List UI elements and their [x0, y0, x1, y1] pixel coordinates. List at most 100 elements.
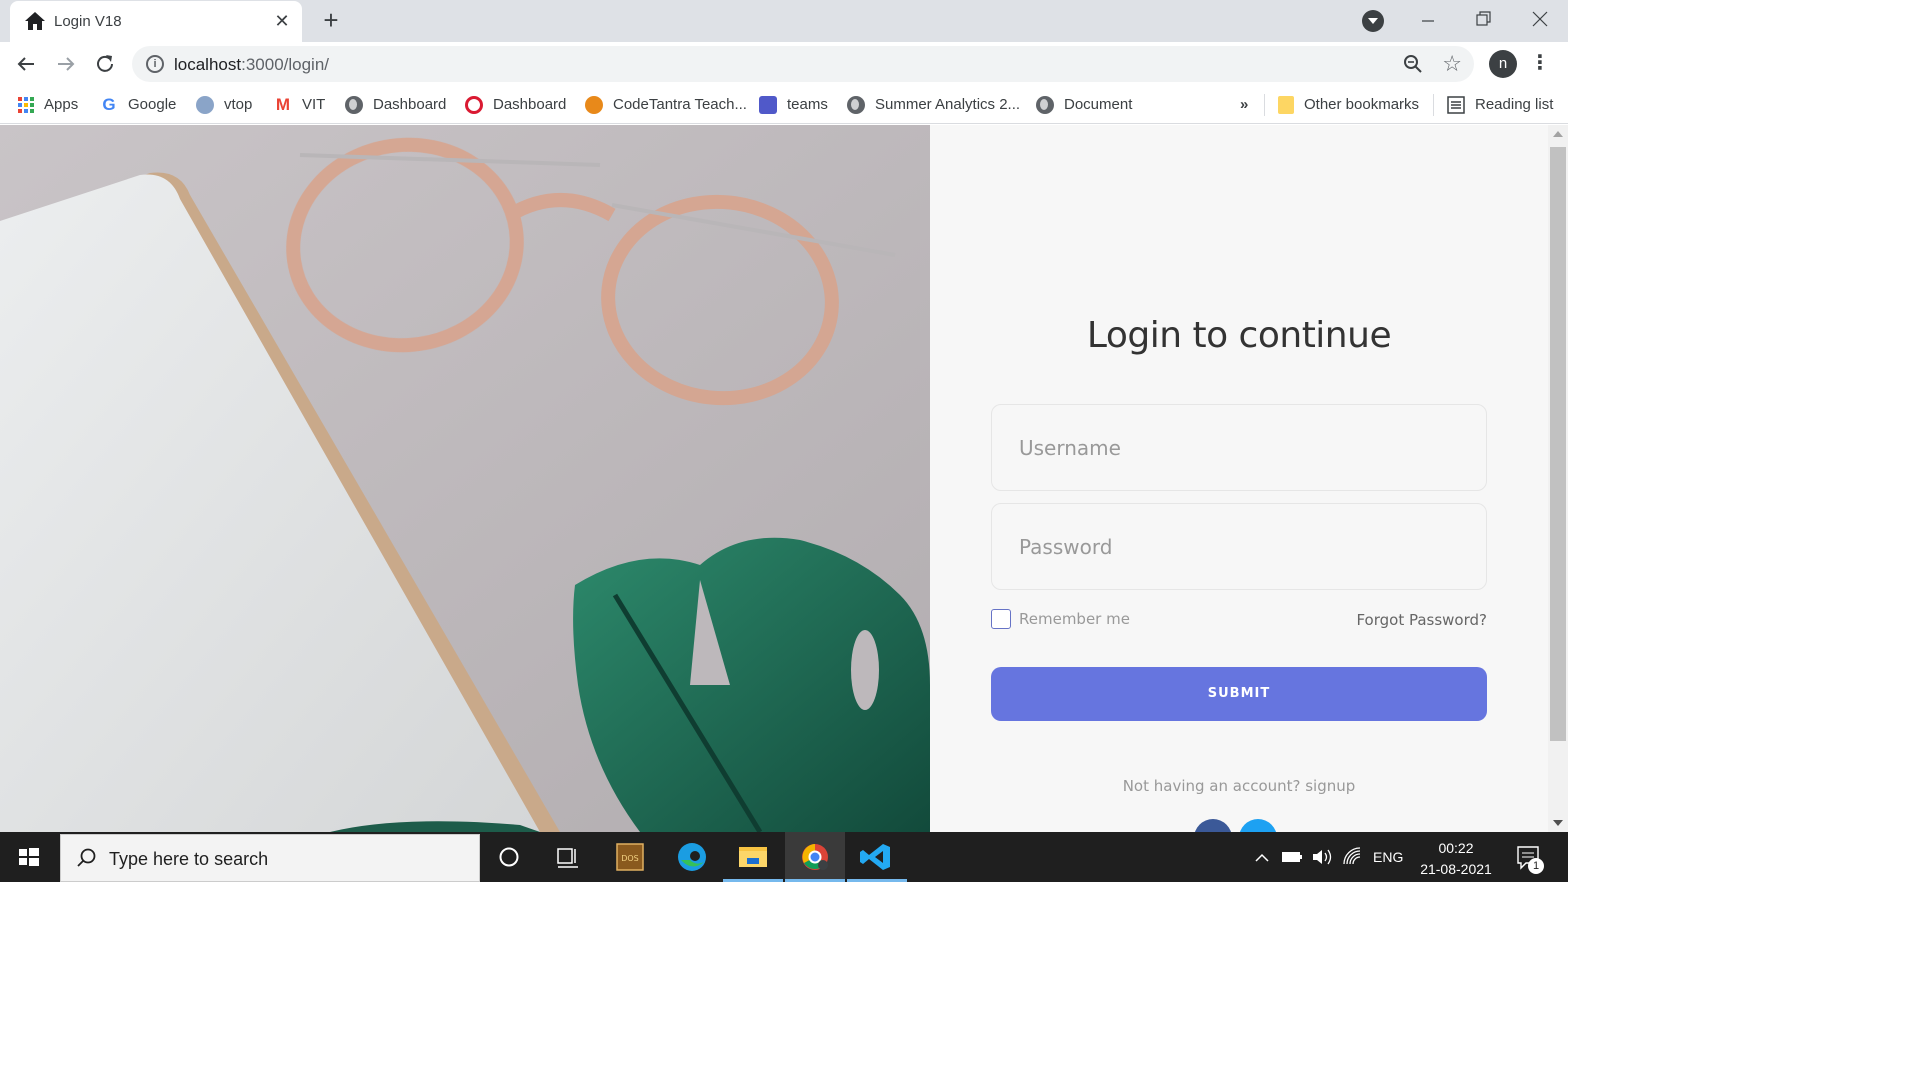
- bookmark-google[interactable]: G Google: [100, 94, 176, 116]
- url-text: localhost:3000/login/: [174, 55, 330, 74]
- password-field[interactable]: [991, 503, 1487, 590]
- hero-image: [0, 125, 930, 832]
- cortana-button[interactable]: [480, 832, 540, 882]
- back-button[interactable]: [12, 50, 40, 78]
- openstack-icon: [465, 96, 483, 114]
- scroll-up-icon[interactable]: [1553, 131, 1563, 137]
- bookmark-vit[interactable]: M VIT: [274, 94, 325, 116]
- file-explorer-app[interactable]: [723, 832, 783, 882]
- home-icon: [25, 12, 45, 30]
- search-icon: [77, 848, 96, 867]
- zoom-icon[interactable]: [1402, 53, 1424, 75]
- bookmark-dashboard-2[interactable]: Dashboard: [465, 94, 566, 116]
- bookmark-label: teams: [787, 96, 828, 113]
- page-scrollbar[interactable]: [1548, 125, 1568, 832]
- bookmark-star-icon[interactable]: ☆: [1442, 51, 1462, 77]
- restore-button[interactable]: [1466, 6, 1502, 36]
- clock-time: 00:22: [1438, 840, 1474, 856]
- bookmarks-overflow-button[interactable]: »: [1240, 94, 1248, 116]
- bookmark-apps[interactable]: Apps: [18, 94, 78, 116]
- forgot-password-link[interactable]: Forgot Password?: [1356, 611, 1487, 629]
- dosbox-app[interactable]: DOS: [600, 832, 660, 882]
- login-page: Login to continue Remember me Forgot Pas…: [0, 125, 1548, 832]
- vscode-app[interactable]: [847, 832, 907, 882]
- reading-list[interactable]: Reading list: [1447, 94, 1553, 116]
- wifi-tray[interactable]: [1340, 832, 1364, 882]
- bookmark-label: CodeTantra Teach...: [613, 96, 747, 113]
- show-hidden-icons-button[interactable]: [1252, 832, 1272, 882]
- bookmark-label: Dashboard: [373, 96, 447, 113]
- back-arrow-icon: [17, 57, 34, 71]
- tab-login[interactable]: Login V18 ✕: [10, 1, 302, 42]
- chevron-up-icon: [1255, 853, 1269, 862]
- volume-icon: [1313, 849, 1332, 865]
- forward-button[interactable]: [52, 50, 80, 78]
- close-tab-icon[interactable]: ✕: [272, 10, 292, 32]
- clock-date: 21-08-2021: [1420, 861, 1492, 877]
- submit-button[interactable]: SUBMIT: [991, 667, 1487, 721]
- bookmark-label: Google: [128, 96, 177, 113]
- vtop-icon: [196, 96, 214, 114]
- bookmark-dashboard-1[interactable]: Dashboard: [345, 94, 446, 116]
- cortana-icon: [499, 847, 519, 867]
- browser-toolbar: i localhost:3000/login/ ☆ n ⋮: [0, 42, 1568, 86]
- bookmarks-bar: Apps G Google vtop M VIT Dashboard Dashb…: [0, 86, 1568, 124]
- minimize-button[interactable]: [1410, 6, 1446, 36]
- language-indicator[interactable]: ENG: [1373, 832, 1403, 882]
- google-icon: G: [102, 95, 116, 114]
- globe-icon: [847, 96, 865, 114]
- gmail-icon: M: [275, 95, 291, 114]
- remember-me-label: Remember me: [1019, 610, 1130, 628]
- bookmark-label: Document: [1064, 96, 1133, 113]
- edge-app[interactable]: [662, 832, 722, 882]
- bookmark-label: Reading list: [1475, 96, 1554, 113]
- vscode-icon: [860, 844, 890, 870]
- bookmark-label: VIT: [302, 96, 326, 113]
- browser-menu-icon[interactable]: ⋮: [1530, 50, 1550, 78]
- profile-avatar[interactable]: n: [1489, 50, 1517, 78]
- twitter-icon[interactable]: [1239, 819, 1277, 832]
- restore-icon: [1476, 11, 1491, 26]
- remember-me-checkbox[interactable]: [991, 609, 1011, 629]
- bookmark-label: Other bookmarks: [1304, 96, 1420, 113]
- username-input[interactable]: [992, 405, 1486, 490]
- action-center-button[interactable]: 1: [1514, 832, 1544, 882]
- site-info-icon[interactable]: i: [146, 55, 164, 73]
- address-bar[interactable]: i localhost:3000/login/ ☆: [132, 46, 1474, 82]
- bookmark-summer-analytics[interactable]: Summer Analytics 2...: [847, 94, 1020, 116]
- forward-arrow-icon: [58, 57, 75, 71]
- close-window-button[interactable]: [1522, 6, 1558, 36]
- reload-button[interactable]: [91, 50, 119, 78]
- volume-tray[interactable]: [1310, 832, 1334, 882]
- bookmark-vtop[interactable]: vtop: [196, 94, 252, 116]
- bookmark-label: Summer Analytics 2...: [875, 96, 1021, 113]
- reading-list-icon: [1447, 96, 1465, 114]
- running-indicator: [847, 879, 907, 882]
- globe-icon: [1036, 96, 1054, 114]
- signup-link[interactable]: Not having an account? signup: [930, 777, 1548, 795]
- battery-tray[interactable]: [1280, 832, 1304, 882]
- chrome-app[interactable]: [785, 832, 845, 882]
- facebook-icon[interactable]: [1194, 819, 1232, 832]
- bookmarks-divider: [1264, 94, 1265, 116]
- taskbar-search[interactable]: Type here to search: [60, 834, 480, 882]
- battery-icon: [1282, 852, 1302, 862]
- other-bookmarks[interactable]: Other bookmarks: [1278, 94, 1419, 116]
- chrome-icon: [802, 844, 828, 870]
- new-tab-button[interactable]: +: [318, 7, 344, 34]
- teams-icon: [759, 96, 777, 114]
- scroll-down-icon[interactable]: [1553, 820, 1563, 826]
- bookmark-teams[interactable]: teams: [759, 94, 828, 116]
- bookmark-document[interactable]: Document: [1036, 94, 1132, 116]
- running-indicator: [723, 879, 783, 882]
- remember-me[interactable]: Remember me: [991, 609, 1130, 629]
- start-button[interactable]: [0, 832, 58, 882]
- taskbar-clock[interactable]: 00:22 21-08-2021: [1410, 838, 1502, 880]
- wifi-icon: [1343, 847, 1361, 865]
- password-input[interactable]: [992, 504, 1486, 589]
- bookmark-codetantra[interactable]: CodeTantra Teach...: [585, 94, 747, 116]
- scroll-thumb[interactable]: [1550, 147, 1566, 741]
- tab-search-icon[interactable]: [1362, 10, 1384, 32]
- task-view-button[interactable]: [538, 832, 598, 882]
- username-field[interactable]: [991, 404, 1487, 491]
